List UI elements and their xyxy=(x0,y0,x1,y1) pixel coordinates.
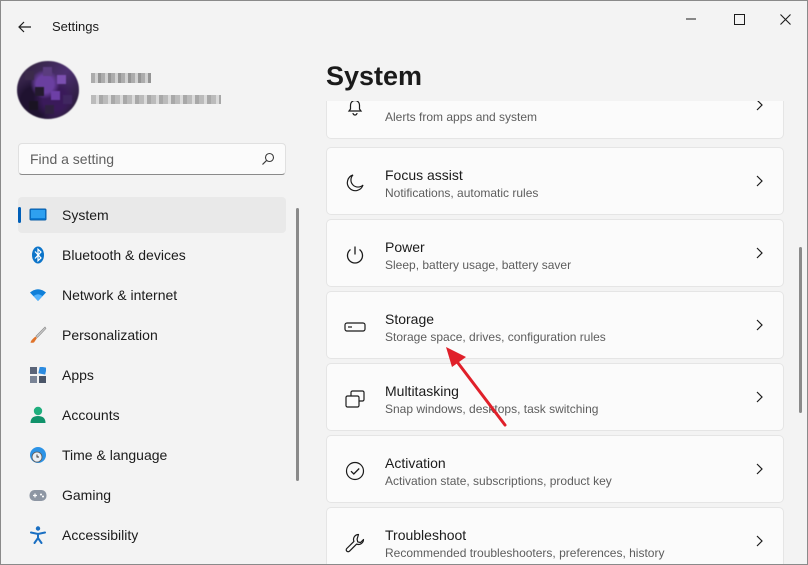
apps-icon xyxy=(29,366,47,384)
card-description: Activation state, subscriptions, product… xyxy=(385,474,612,488)
settings-list: Alerts from apps and system Focus assist… xyxy=(321,101,791,564)
chevron-right-icon xyxy=(756,247,763,259)
user-email xyxy=(91,95,221,104)
close-button[interactable] xyxy=(763,5,807,33)
moon-icon xyxy=(344,172,366,194)
card-title: Power xyxy=(385,239,425,255)
chevron-right-icon xyxy=(756,101,763,111)
settings-card-storage[interactable]: Storage Storage space, drives, configura… xyxy=(326,291,784,359)
chevron-right-icon xyxy=(756,535,763,547)
sidebar-item-label: Gaming xyxy=(62,487,112,503)
card-description: Notifications, automatic rules xyxy=(385,186,539,200)
settings-card-troubleshoot[interactable]: Troubleshoot Recommended troubleshooters… xyxy=(326,507,784,564)
sidebar-nav: System Bluetooth & devices Network & int… xyxy=(18,197,286,557)
settings-card-focus-assist[interactable]: Focus assist Notifications, automatic ru… xyxy=(326,147,784,215)
maximize-icon xyxy=(733,13,745,25)
sidebar-item-label: Time & language xyxy=(62,447,168,463)
settings-card-notifications[interactable]: Alerts from apps and system xyxy=(326,101,784,139)
minimize-icon xyxy=(686,18,696,20)
sidebar-item-label: Accessibility xyxy=(62,527,139,543)
back-button[interactable] xyxy=(11,13,39,41)
search-icon[interactable] xyxy=(261,152,275,166)
sidebar-item-personalization[interactable]: Personalization xyxy=(18,317,286,353)
settings-card-multitasking[interactable]: Multitasking Snap windows, desktops, tas… xyxy=(326,363,784,431)
brush-icon xyxy=(29,326,47,344)
sidebar-item-system[interactable]: System xyxy=(18,197,286,233)
sidebar-item-label: Accounts xyxy=(62,407,120,423)
sidebar-scrollbar[interactable] xyxy=(296,208,299,481)
sidebar-item-bluetooth-devices[interactable]: Bluetooth & devices xyxy=(18,237,286,273)
sidebar-item-label: System xyxy=(62,207,109,223)
sidebar-item-apps[interactable]: Apps xyxy=(18,357,286,393)
search-box[interactable] xyxy=(18,143,286,175)
sidebar-item-label: Apps xyxy=(62,367,94,383)
power-icon xyxy=(344,244,366,266)
card-title: Multitasking xyxy=(385,383,459,399)
minimize-button[interactable] xyxy=(669,5,713,33)
search-input[interactable] xyxy=(19,144,249,174)
chevron-right-icon xyxy=(756,175,763,187)
sidebar-item-gaming[interactable]: Gaming xyxy=(18,477,286,513)
person-icon xyxy=(29,406,47,424)
sidebar-item-label: Bluetooth & devices xyxy=(62,247,186,263)
avatar[interactable] xyxy=(17,61,79,119)
back-arrow-icon xyxy=(18,21,31,33)
sidebar-item-accounts[interactable]: Accounts xyxy=(18,397,286,433)
card-description: Recommended troubleshooters, preferences… xyxy=(385,546,665,560)
card-description: Alerts from apps and system xyxy=(385,110,538,124)
gamepad-icon xyxy=(29,486,47,504)
card-title: Focus assist xyxy=(385,167,463,183)
card-description: Sleep, battery usage, battery saver xyxy=(385,258,572,272)
sidebar-item-label: Personalization xyxy=(62,327,158,343)
card-title: Activation xyxy=(385,455,446,471)
settings-card-power[interactable]: Power Sleep, battery usage, battery save… xyxy=(326,219,784,287)
multitask-windows-icon xyxy=(344,388,366,410)
sidebar-item-accessibility[interactable]: Accessibility xyxy=(18,517,286,553)
sidebar-item-label: Network & internet xyxy=(62,287,178,303)
chevron-right-icon xyxy=(756,319,763,331)
card-description: Storage space, drives, configuration rul… xyxy=(385,330,606,344)
title-bar: Settings xyxy=(1,1,807,51)
main-scrollbar[interactable] xyxy=(799,247,802,413)
wifi-icon xyxy=(29,286,47,304)
app-title: Settings xyxy=(52,19,99,34)
bell-icon xyxy=(344,101,366,118)
maximize-button[interactable] xyxy=(717,5,761,33)
settings-card-activation[interactable]: Activation Activation state, subscriptio… xyxy=(326,435,784,503)
sidebar-item-time-language[interactable]: Time & language xyxy=(18,437,286,473)
page-title: System xyxy=(326,61,423,91)
monitor-icon xyxy=(29,206,47,224)
check-circle-icon xyxy=(344,460,366,482)
globe-clock-icon xyxy=(29,446,47,464)
storage-drive-icon xyxy=(344,316,366,338)
card-title: Storage xyxy=(385,311,435,327)
settings-window: Settings S xyxy=(0,0,808,565)
accessibility-icon xyxy=(29,526,47,544)
wrench-icon xyxy=(344,532,366,554)
close-icon xyxy=(779,13,791,25)
card-title: Troubleshoot xyxy=(385,527,467,543)
sidebar-item-network-internet[interactable]: Network & internet xyxy=(18,277,286,313)
user-name xyxy=(91,73,151,83)
bluetooth-icon xyxy=(29,246,47,264)
chevron-right-icon xyxy=(756,391,763,403)
card-description: Snap windows, desktops, task switching xyxy=(385,402,599,416)
chevron-right-icon xyxy=(756,463,763,475)
